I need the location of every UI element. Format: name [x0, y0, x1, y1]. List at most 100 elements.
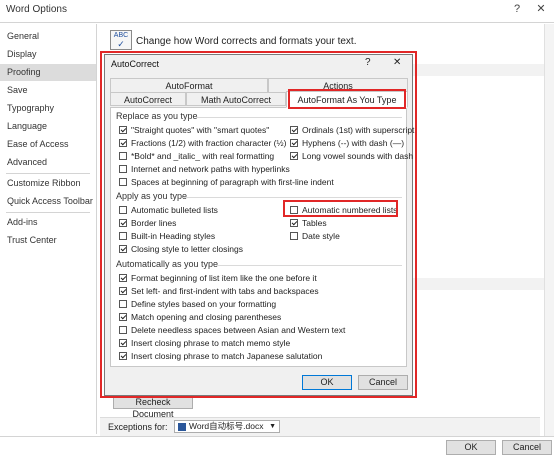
dialog-ok-button[interactable]: OK: [302, 375, 352, 390]
checkbox-label: Built-in Heading styles: [131, 231, 216, 241]
options-panel: Replace as you type "Straight quotes" wi…: [110, 107, 414, 367]
dialog-cancel-button[interactable]: Cancel: [358, 375, 408, 390]
options-cancel-button[interactable]: Cancel: [502, 440, 552, 455]
checkbox-box[interactable]: [119, 152, 127, 160]
sidebar-divider: [6, 173, 90, 174]
tab-highlight: [288, 89, 406, 109]
checkbox-label: Tables: [302, 218, 327, 228]
checkbox-date-style[interactable]: Date style: [290, 231, 340, 241]
chevron-down-icon: ▼: [269, 423, 276, 430]
checkbox-border-lines[interactable]: Border lines: [119, 218, 176, 228]
sidebar-item-proofing[interactable]: Proofing: [0, 64, 96, 81]
checkbox-box[interactable]: [119, 126, 127, 134]
checkbox-label: Internet and network paths with hyperlin…: [131, 164, 290, 174]
sidebar-item-general[interactable]: General: [0, 28, 96, 45]
checkbox-format-list-item[interactable]: Format beginning of list item like the o…: [119, 273, 317, 283]
checkbox-memo-style[interactable]: Insert closing phrase to match memo styl…: [119, 338, 290, 348]
sidebar-item-trust-center[interactable]: Trust Center: [0, 232, 96, 249]
checkbox-box[interactable]: [290, 139, 298, 147]
checkbox-label: Match opening and closing parentheses: [131, 312, 282, 322]
checkbox-box[interactable]: [119, 300, 127, 308]
checkbox-box[interactable]: [119, 339, 127, 347]
dialog-close-icon[interactable]: ✕: [393, 57, 401, 68]
group-divider: [197, 117, 402, 118]
checkbox-box[interactable]: [119, 165, 127, 173]
checkbox-label: Date style: [302, 231, 340, 241]
checkbox-tables[interactable]: Tables: [290, 218, 327, 228]
checkbox-box[interactable]: [290, 152, 298, 160]
help-icon[interactable]: ?: [508, 2, 526, 16]
checkbox-box[interactable]: [119, 219, 127, 227]
checkbox-fractions[interactable]: Fractions (1/2) with fraction character …: [119, 138, 286, 148]
sidebar-item-save[interactable]: Save: [0, 82, 96, 99]
checkbox-ordinals[interactable]: Ordinals (1st) with superscript: [290, 125, 414, 135]
checkbox-box[interactable]: [119, 274, 127, 282]
tab-autocorrect[interactable]: AutoCorrect: [110, 92, 186, 106]
checkbox-label: Define styles based on your formatting: [131, 299, 277, 309]
checkbox-closing-style[interactable]: Closing style to letter closings: [119, 244, 243, 254]
checkbox-smart-quotes[interactable]: "Straight quotes" with "smart quotes": [119, 125, 269, 135]
sidebar-item-add-ins[interactable]: Add-ins: [0, 214, 96, 231]
word-doc-icon: [178, 422, 186, 431]
tab-math-autocorrect[interactable]: Math AutoCorrect: [186, 92, 286, 106]
dialog-title: AutoCorrect: [111, 59, 160, 69]
numbered-lists-highlight: [283, 200, 398, 217]
sidebar-item-typography[interactable]: Typography: [0, 100, 96, 117]
checkbox-box[interactable]: [119, 232, 127, 240]
checkbox-japanese-salutation[interactable]: Insert closing phrase to match Japanese …: [119, 351, 322, 361]
sidebar-item-quick-access-toolbar[interactable]: Quick Access Toolbar: [0, 193, 96, 210]
sidebar-item-display[interactable]: Display: [0, 46, 96, 63]
checkbox-parentheses[interactable]: Match opening and closing parentheses: [119, 312, 281, 322]
checkbox-box[interactable]: [119, 313, 127, 321]
checkbox-box[interactable]: [119, 352, 127, 360]
close-icon[interactable]: ✕: [532, 2, 550, 16]
checkbox-first-line-indent[interactable]: Spaces at beginning of paragraph with fi…: [119, 177, 334, 187]
checkbox-label: Border lines: [131, 218, 177, 228]
abc-check-icon: ABC ✓: [110, 30, 132, 50]
checkbox-bulleted-lists[interactable]: Automatic bulleted lists: [119, 205, 218, 215]
checkbox-box[interactable]: [119, 206, 127, 214]
checkbox-box[interactable]: [119, 139, 127, 147]
auto-group-label: Automatically as you type: [116, 259, 219, 269]
options-ok-button[interactable]: OK: [446, 440, 496, 455]
checkbox-box[interactable]: [119, 326, 127, 334]
checkbox-label: Delete needless spaces between Asian and…: [131, 325, 346, 335]
group-divider: [183, 197, 402, 198]
checkbox-box[interactable]: [290, 126, 298, 134]
sidebar-item-customize-ribbon[interactable]: Customize Ribbon: [0, 175, 96, 192]
checkbox-box[interactable]: [119, 287, 127, 295]
sidebar-item-language[interactable]: Language: [0, 118, 96, 135]
dialog-help-icon[interactable]: ?: [365, 57, 371, 68]
checkbox-define-styles[interactable]: Define styles based on your formatting: [119, 299, 276, 309]
sidebar-divider: [6, 212, 90, 213]
checkbox-label: Closing style to letter closings: [131, 244, 243, 254]
checkbox-heading-styles[interactable]: Built-in Heading styles: [119, 231, 215, 241]
checkbox-box[interactable]: [119, 178, 127, 186]
checkbox-hyperlinks[interactable]: Internet and network paths with hyperlin…: [119, 164, 290, 174]
checkbox-label: Set left- and first-indent with tabs and…: [131, 286, 319, 296]
checkbox-bold-italic[interactable]: *Bold* and _italic_ with real formatting: [119, 151, 274, 161]
checkbox-needless-spaces[interactable]: Delete needless spaces between Asian and…: [119, 325, 345, 335]
checkbox-hyphens[interactable]: Hyphens (--) with dash (—): [290, 138, 404, 148]
exceptions-label: Exceptions for:: [108, 422, 168, 432]
checkbox-label: *Bold* and _italic_ with real formatting: [131, 151, 275, 161]
checkbox-label: Format beginning of list item like the o…: [131, 273, 317, 283]
checkbox-box[interactable]: [119, 245, 127, 253]
checkbox-label: Spaces at beginning of paragraph with fi…: [131, 177, 334, 187]
tab-autoformat[interactable]: AutoFormat: [110, 78, 268, 92]
checkbox-box[interactable]: [290, 232, 298, 240]
section-band: [413, 64, 554, 76]
sidebar-item-ease-of-access[interactable]: Ease of Access: [0, 136, 96, 153]
section-band: [413, 278, 554, 290]
checkbox-label: Fractions (1/2) with fraction character …: [131, 138, 287, 148]
checkbox-box[interactable]: [290, 219, 298, 227]
checkbox-indent-tabs[interactable]: Set left- and first-indent with tabs and…: [119, 286, 319, 296]
replace-group-label: Replace as you type: [116, 111, 198, 121]
checkbox-long-vowel[interactable]: Long vowel sounds with dash: [290, 151, 413, 161]
checkbox-label: Insert closing phrase to match memo styl…: [131, 338, 291, 348]
scrollbar[interactable]: [544, 24, 554, 436]
sidebar-item-advanced[interactable]: Advanced: [0, 154, 96, 171]
exceptions-dropdown[interactable]: Word自动标号.docx ▼: [174, 420, 280, 433]
checkbox-label: Hyphens (--) with dash (—): [302, 138, 405, 148]
abc-icon-text: ABC: [113, 32, 129, 39]
